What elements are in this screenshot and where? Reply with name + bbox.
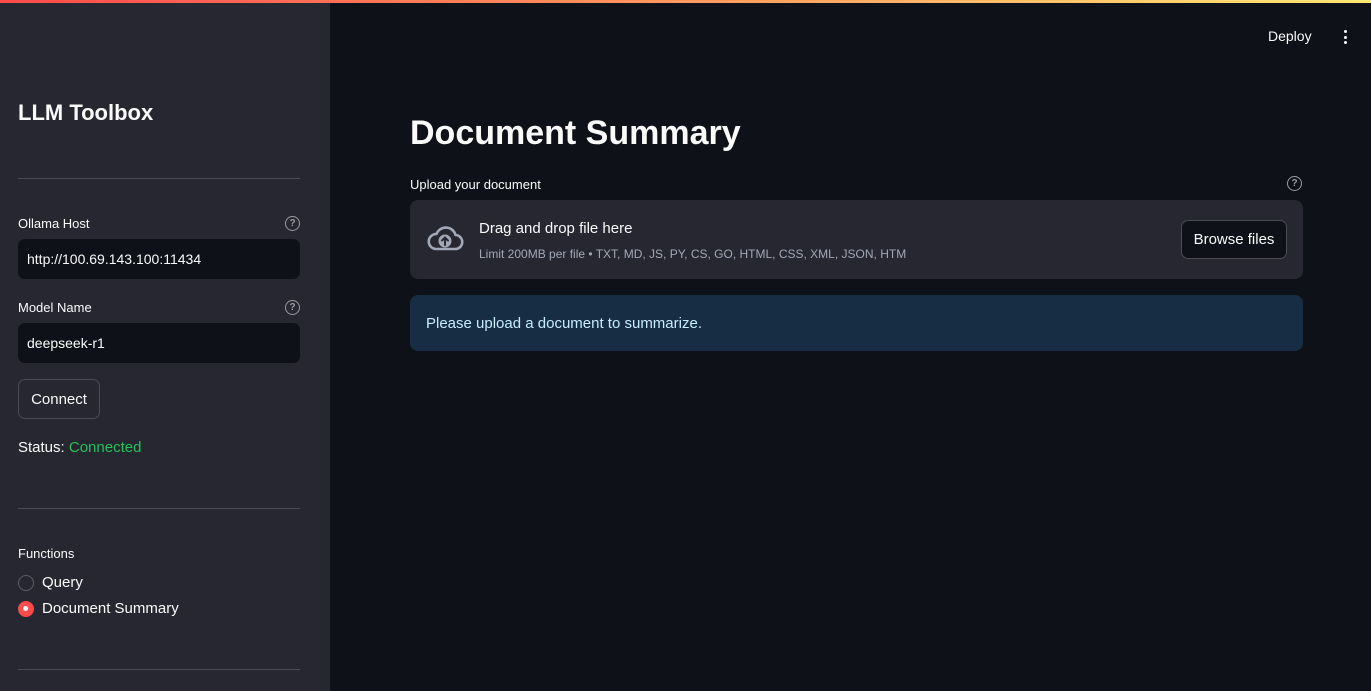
- sidebar-divider: [18, 178, 300, 179]
- upload-label: Upload your document: [410, 177, 541, 192]
- radio-unchecked-icon[interactable]: [18, 574, 34, 591]
- radio-option-query[interactable]: Query: [18, 574, 83, 591]
- connect-button[interactable]: Connect: [18, 379, 100, 419]
- browse-files-button[interactable]: Browse files: [1181, 220, 1287, 259]
- top-decoration-bar: [0, 0, 1371, 3]
- cloud-upload-icon: [427, 226, 464, 251]
- info-alert: Please upload a document to summarize.: [410, 295, 1303, 351]
- file-dropzone[interactable]: Drag and drop file here Limit 200MB per …: [410, 200, 1303, 279]
- page-title: Document Summary: [410, 114, 741, 152]
- app-title: LLM Toolbox: [18, 100, 154, 125]
- sidebar-divider: [18, 508, 300, 509]
- deploy-button[interactable]: Deploy: [1268, 28, 1312, 44]
- status-value: Connected: [68, 439, 142, 456]
- question-circle-icon[interactable]: ?: [285, 300, 300, 315]
- question-circle-icon[interactable]: ?: [285, 216, 300, 231]
- radio-option-label: Document Summary: [42, 600, 179, 617]
- sidebar-divider: [18, 669, 300, 670]
- kebab-menu-icon[interactable]: [1338, 27, 1352, 47]
- radio-option-document-summary[interactable]: Document Summary: [18, 600, 179, 617]
- ollama-host-label: Ollama Host: [18, 216, 90, 231]
- radio-option-label: Query: [42, 574, 83, 591]
- ollama-host-input[interactable]: [18, 239, 300, 279]
- status-label: Status:: [18, 439, 65, 456]
- functions-label: Functions: [18, 546, 75, 561]
- model-name-label: Model Name: [18, 300, 92, 315]
- sidebar: LLM Toolbox Ollama Host ? Model Name ? C…: [0, 0, 330, 691]
- model-name-input[interactable]: [18, 323, 300, 363]
- connection-status: Status: Connected: [18, 439, 141, 456]
- info-message: Please upload a document to summarize.: [426, 314, 702, 332]
- dropzone-subtitle: Limit 200MB per file • TXT, MD, JS, PY, …: [479, 247, 907, 261]
- dropzone-title: Drag and drop file here: [479, 220, 633, 237]
- radio-checked-icon[interactable]: [18, 600, 34, 617]
- question-circle-icon[interactable]: ?: [1287, 176, 1302, 191]
